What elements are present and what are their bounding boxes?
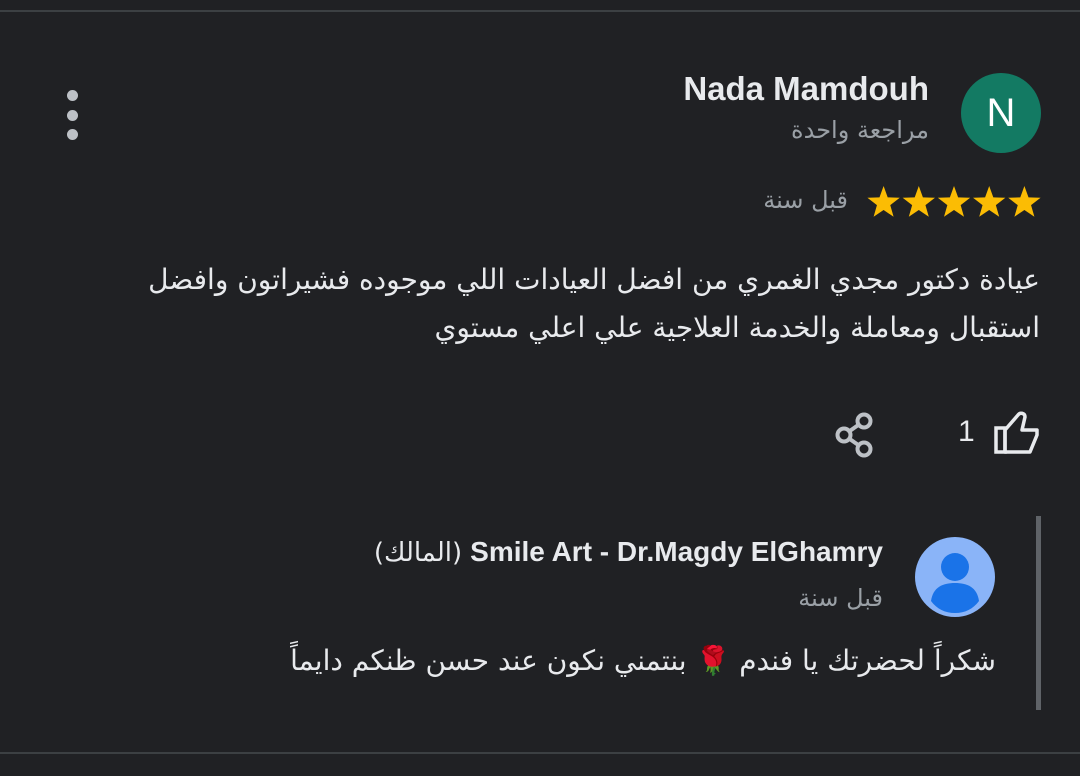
- reviewer-review-count: مراجعة واحدة: [791, 116, 929, 144]
- more-vert-icon-dot: [66, 129, 78, 140]
- reviewer-name[interactable]: Nada Mamdouh: [683, 70, 929, 108]
- reply-indent-bar: [1036, 516, 1041, 710]
- top-divider: [0, 10, 1080, 12]
- star-icon: [937, 186, 971, 217]
- more-options-button[interactable]: [56, 90, 88, 140]
- star-rating: [867, 186, 1041, 217]
- review-text: عيادة دكتور مجدي الغمري من افضل العيادات…: [148, 263, 1040, 344]
- star-icon: [1008, 186, 1041, 217]
- owner-tag: (المالك): [373, 538, 463, 568]
- like-count: 1: [958, 415, 975, 448]
- like-button[interactable]: [990, 408, 1044, 458]
- star-icon: [902, 186, 935, 217]
- reply-text: شكراً لحضرتك يا فندم 🌹 بنتمني نكون عند ح…: [290, 644, 996, 677]
- star-icon: [867, 186, 900, 217]
- reviewer-avatar[interactable]: N: [961, 73, 1041, 153]
- owner-name: Smile Art - Dr.Magdy ElGhamry: [470, 536, 883, 567]
- share-button[interactable]: [830, 410, 878, 460]
- owner-avatar: [915, 537, 995, 617]
- review-date: قبل سنة: [763, 186, 848, 214]
- share-icon: [835, 412, 873, 458]
- thumb-up-icon: [994, 411, 1039, 454]
- star-icon: [973, 186, 1006, 217]
- more-vert-icon-dot: [66, 109, 78, 121]
- more-vert-icon: [66, 90, 78, 101]
- person-avatar-icon: [915, 537, 995, 617]
- reply-date: قبل سنة: [798, 584, 883, 612]
- owner-name-line: (المالك) Smile Art - Dr.Magdy ElGhamry: [374, 536, 883, 568]
- bottom-divider: [0, 752, 1080, 754]
